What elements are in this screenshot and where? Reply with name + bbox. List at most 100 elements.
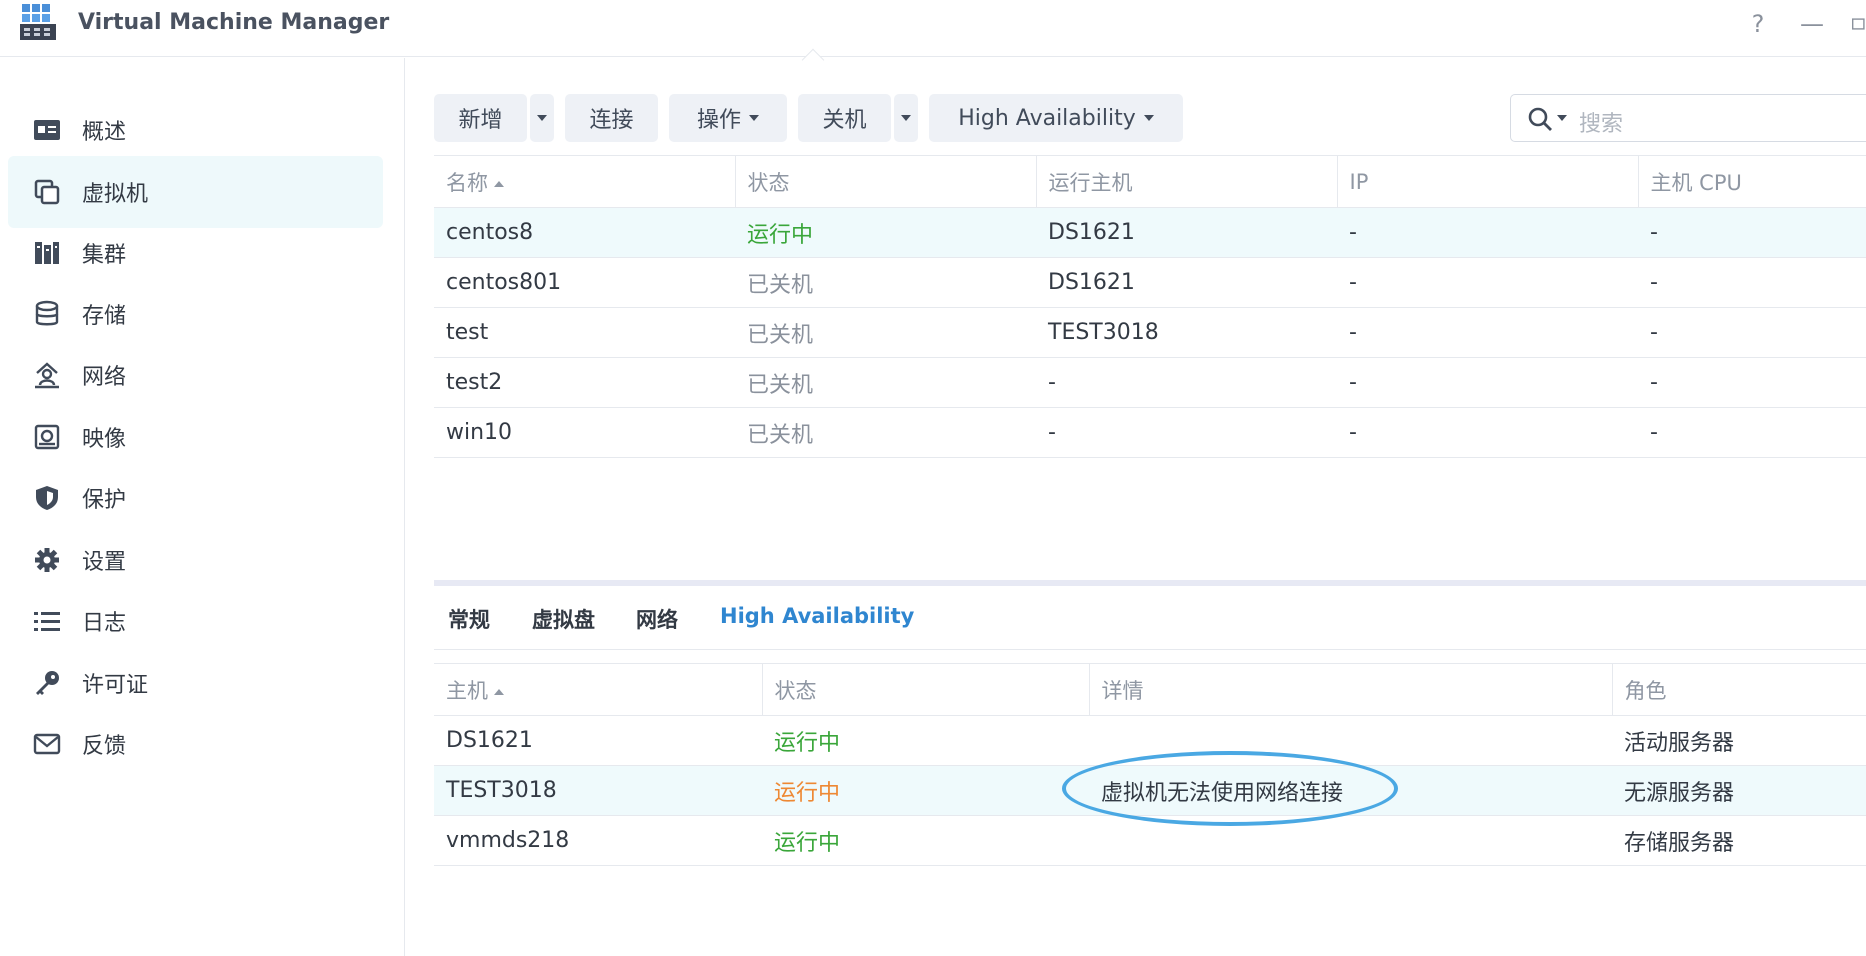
chevron-down-icon xyxy=(1143,115,1154,121)
sidebar-item-label: 映像 xyxy=(82,427,127,452)
table-row[interactable]: vmmds218 运行中 存储服务器 xyxy=(434,815,1866,866)
column-header-role[interactable]: 角色 xyxy=(1612,663,1866,716)
vm-host: - xyxy=(1036,357,1337,408)
search-icon xyxy=(1528,107,1552,131)
chevron-down-icon xyxy=(749,115,759,121)
column-header-name[interactable]: 名称 xyxy=(434,155,736,208)
list-icon xyxy=(32,606,62,636)
storage-icon xyxy=(32,299,62,329)
high-availability-button-label: High Availability xyxy=(958,105,1136,131)
sidebar-item-label: 保护 xyxy=(82,488,127,513)
minimize-button[interactable]: — xyxy=(1798,10,1826,38)
vm-ip: - xyxy=(1337,257,1638,308)
ha-status: 运行中 xyxy=(762,715,1089,766)
shutdown-button[interactable]: 关机 xyxy=(798,94,891,142)
table-header-row: 主机 状态 详情 角色 xyxy=(434,663,1866,716)
vm-host: DS1621 xyxy=(1036,257,1337,308)
table-row[interactable]: TEST3018 运行中 虚拟机无法使用网络连接 无源服务器 xyxy=(434,765,1866,816)
table-row[interactable]: win10 已关机 - - - xyxy=(434,407,1866,458)
sidebar-item-label: 网络 xyxy=(82,365,127,390)
ha-host: vmmds218 xyxy=(434,815,762,866)
sidebar-item-label: 虚拟机 xyxy=(82,182,149,207)
table-row[interactable]: centos8 运行中 DS1621 - - xyxy=(434,207,1866,258)
sidebar-item-label: 集群 xyxy=(82,243,127,268)
ha-detail xyxy=(1089,815,1612,866)
column-header-label: 主机 xyxy=(446,678,488,703)
ha-role: 无源服务器 xyxy=(1612,765,1866,816)
vm-status: 已关机 xyxy=(735,307,1036,358)
maximize-button[interactable] xyxy=(1852,10,1866,38)
cluster-icon xyxy=(32,238,62,268)
ha-host: DS1621 xyxy=(434,715,762,766)
vm-status: 已关机 xyxy=(735,357,1036,408)
sidebar-item-label: 概述 xyxy=(82,120,127,145)
vm-table: 名称 状态 运行主机 IP 主机 CPU centos8 运行中 DS1621 … xyxy=(434,155,1866,458)
title-bar: Virtual Machine Manager ? — xyxy=(0,0,1866,57)
help-button[interactable]: ? xyxy=(1744,10,1772,38)
vm-status: 运行中 xyxy=(735,207,1036,258)
add-dropdown-button[interactable] xyxy=(530,94,554,142)
ha-detail xyxy=(1089,715,1612,766)
column-header-status[interactable]: 状态 xyxy=(762,663,1090,716)
sidebar-item-label: 存储 xyxy=(82,304,127,329)
ha-status: 运行中 xyxy=(762,765,1089,816)
table-row[interactable]: DS1621 运行中 活动服务器 xyxy=(434,715,1866,766)
vm-cpu: - xyxy=(1638,257,1866,308)
vm-name: test2 xyxy=(434,357,735,408)
sort-ascending-icon xyxy=(494,180,504,187)
tab-general[interactable]: 常规 xyxy=(448,604,490,634)
virtual-machine-icon xyxy=(32,177,62,207)
ha-table: 主机 状态 详情 角色 DS1621 运行中 活动服务器 TEST3018 运行… xyxy=(434,663,1866,866)
vm-status: 已关机 xyxy=(735,407,1036,458)
detail-tabs: 常规 虚拟盘 网络 High Availability xyxy=(434,586,1866,650)
window-controls: ? — xyxy=(1744,8,1866,40)
tab-virtual-disk[interactable]: 虚拟盘 xyxy=(532,604,595,634)
maximize-icon xyxy=(1852,18,1865,30)
high-availability-button[interactable]: High Availability xyxy=(929,94,1183,142)
chevron-down-icon xyxy=(537,115,547,121)
sidebar-item-label: 反馈 xyxy=(82,734,127,759)
connect-button[interactable]: 连接 xyxy=(565,94,658,142)
vm-name: win10 xyxy=(434,407,735,458)
column-header-host-cpu[interactable]: 主机 CPU xyxy=(1638,155,1866,208)
search-box[interactable]: 搜索 xyxy=(1510,94,1866,142)
vm-name: centos8 xyxy=(434,207,735,258)
table-row[interactable]: test2 已关机 - - - xyxy=(434,357,1866,408)
table-row[interactable]: test 已关机 TEST3018 - - xyxy=(434,307,1866,358)
vm-cpu: - xyxy=(1638,357,1866,408)
column-header-host[interactable]: 运行主机 xyxy=(1036,155,1338,208)
ha-host: TEST3018 xyxy=(434,765,762,816)
ha-role: 活动服务器 xyxy=(1612,715,1866,766)
column-header-details[interactable]: 详情 xyxy=(1089,663,1613,716)
action-button[interactable]: 操作 xyxy=(669,94,787,142)
tab-high-availability[interactable]: High Availability xyxy=(720,604,914,628)
sidebar-item-label: 日志 xyxy=(82,611,127,636)
sort-ascending-icon xyxy=(494,688,504,695)
ha-status: 运行中 xyxy=(762,815,1089,866)
network-icon xyxy=(32,360,62,390)
overview-icon xyxy=(32,115,62,145)
vm-ip: - xyxy=(1337,407,1638,458)
add-button[interactable]: 新增 xyxy=(434,94,527,142)
vm-cpu: - xyxy=(1638,407,1866,458)
column-header-host[interactable]: 主机 xyxy=(434,663,763,716)
column-header-label: 名称 xyxy=(446,170,488,195)
app-title: Virtual Machine Manager xyxy=(78,10,390,35)
shutdown-dropdown-button[interactable] xyxy=(894,94,918,142)
chevron-down-icon[interactable] xyxy=(1557,115,1567,121)
image-icon xyxy=(32,422,62,452)
gear-icon xyxy=(32,545,62,575)
vm-name: centos801 xyxy=(434,257,735,308)
sidebar-item-feedback[interactable]: 反馈 xyxy=(8,708,383,780)
column-header-status[interactable]: 状态 xyxy=(735,155,1037,208)
vm-ip: - xyxy=(1337,207,1638,258)
search-input[interactable]: 搜索 xyxy=(1579,106,1623,138)
table-row[interactable]: centos801 已关机 DS1621 - - xyxy=(434,257,1866,308)
vm-cpu: - xyxy=(1638,307,1866,358)
column-header-ip[interactable]: IP xyxy=(1337,155,1639,208)
vm-host: - xyxy=(1036,407,1337,458)
action-button-label: 操作 xyxy=(696,108,741,133)
vm-host: TEST3018 xyxy=(1036,307,1337,358)
tab-network[interactable]: 网络 xyxy=(636,604,678,634)
sidebar: 概述 虚拟机 集群 存储 网络 映像 保护 设置 日志 许可证 反馈 xyxy=(0,58,405,956)
